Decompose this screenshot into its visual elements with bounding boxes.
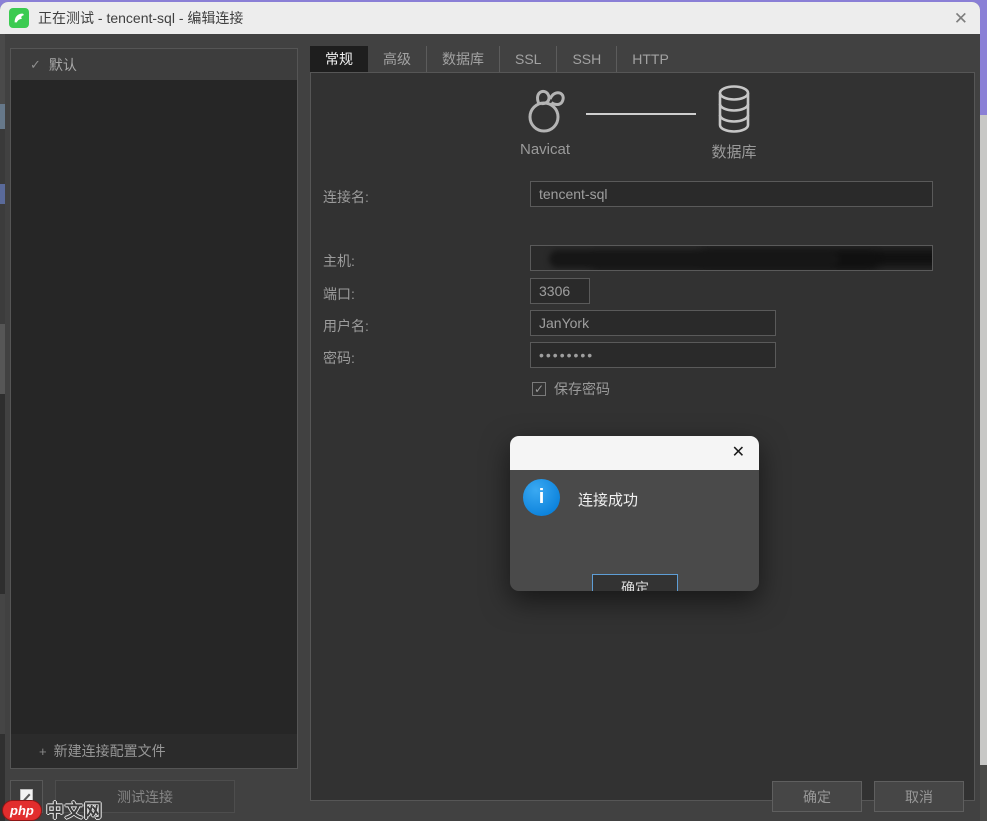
profile-label: 默认 — [49, 55, 77, 75]
popup-close-icon[interactable]: ✕ — [732, 445, 745, 461]
profile-sidebar: ✓ 默认 + 新建连接配置文件 — [10, 48, 298, 769]
popup-ok-button[interactable]: 确定 — [592, 574, 678, 591]
check-icon: ✓ — [30, 57, 41, 73]
host-label: 主机: — [323, 251, 355, 271]
info-icon: i — [523, 479, 560, 516]
tab-ssl[interactable]: SSL — [499, 46, 556, 73]
dolphin-icon — [12, 11, 26, 25]
port-input[interactable] — [530, 278, 590, 304]
tab-advanced[interactable]: 高级 — [368, 46, 426, 73]
connection-name-input[interactable] — [530, 181, 933, 207]
edit-connection-window: 正在测试 - tencent-sql - 编辑连接 ✕ ✓ 默认 + 新建连接配… — [0, 2, 980, 821]
ok-button[interactable]: 确定 — [772, 781, 862, 812]
navicat-logo-icon — [519, 85, 571, 142]
connection-line — [586, 113, 696, 115]
plus-icon: + — [39, 744, 47, 759]
popup-body: i 连接成功 确定 — [510, 470, 759, 591]
checkbox-check-icon: ✓ — [534, 383, 544, 395]
database-icon — [715, 84, 753, 139]
background-window-sliver — [0, 34, 5, 821]
cancel-button[interactable]: 取消 — [874, 781, 964, 812]
tab-bar: 常规 高级 数据库 SSL SSH HTTP — [310, 46, 684, 73]
tab-general[interactable]: 常规 — [310, 46, 368, 73]
dialog-body: ✓ 默认 + 新建连接配置文件 常规 高级 数据库 SSL SSH HTTP — [0, 34, 980, 821]
save-password-row: ✓ 保存密码 — [532, 379, 610, 399]
new-profile-button[interactable]: + 新建连接配置文件 — [11, 734, 297, 768]
desktop-background-strip — [979, 0, 987, 821]
new-profile-label: 新建连接配置文件 — [54, 741, 166, 761]
port-label: 端口: — [323, 284, 355, 304]
window-titlebar: 正在测试 - tencent-sql - 编辑连接 ✕ — [0, 2, 980, 34]
connection-success-dialog: ✕ i 连接成功 确定 — [510, 436, 759, 591]
database-label: 数据库 — [684, 141, 784, 162]
php-badge: php — [2, 800, 42, 821]
popup-titlebar: ✕ — [510, 436, 759, 470]
save-password-label: 保存密码 — [554, 379, 610, 399]
sidebar-item-default-profile[interactable]: ✓ 默认 — [11, 49, 297, 80]
tab-databases[interactable]: 数据库 — [426, 46, 499, 73]
censored-host-value — [549, 250, 839, 268]
window-title: 正在测试 - tencent-sql - 编辑连接 — [38, 8, 243, 28]
tab-http[interactable]: HTTP — [616, 46, 684, 73]
connection-name-label: 连接名: — [323, 187, 369, 207]
navicat-label: Navicat — [495, 141, 595, 158]
popup-message: 连接成功 — [578, 489, 638, 510]
password-input[interactable] — [530, 342, 776, 368]
username-label: 用户名: — [323, 316, 369, 336]
navicat-mysql-app-icon — [9, 8, 29, 28]
password-label: 密码: — [323, 348, 355, 368]
save-password-checkbox[interactable]: ✓ — [532, 382, 546, 396]
info-icon-glyph: i — [539, 486, 545, 509]
tab-ssh[interactable]: SSH — [556, 46, 616, 73]
host-input[interactable] — [530, 245, 933, 271]
php-cn-watermark: php 中文网 — [2, 797, 103, 821]
watermark-text: 中文网 — [46, 797, 103, 821]
username-input[interactable] — [530, 310, 776, 336]
window-close-icon[interactable]: ✕ — [954, 10, 968, 27]
